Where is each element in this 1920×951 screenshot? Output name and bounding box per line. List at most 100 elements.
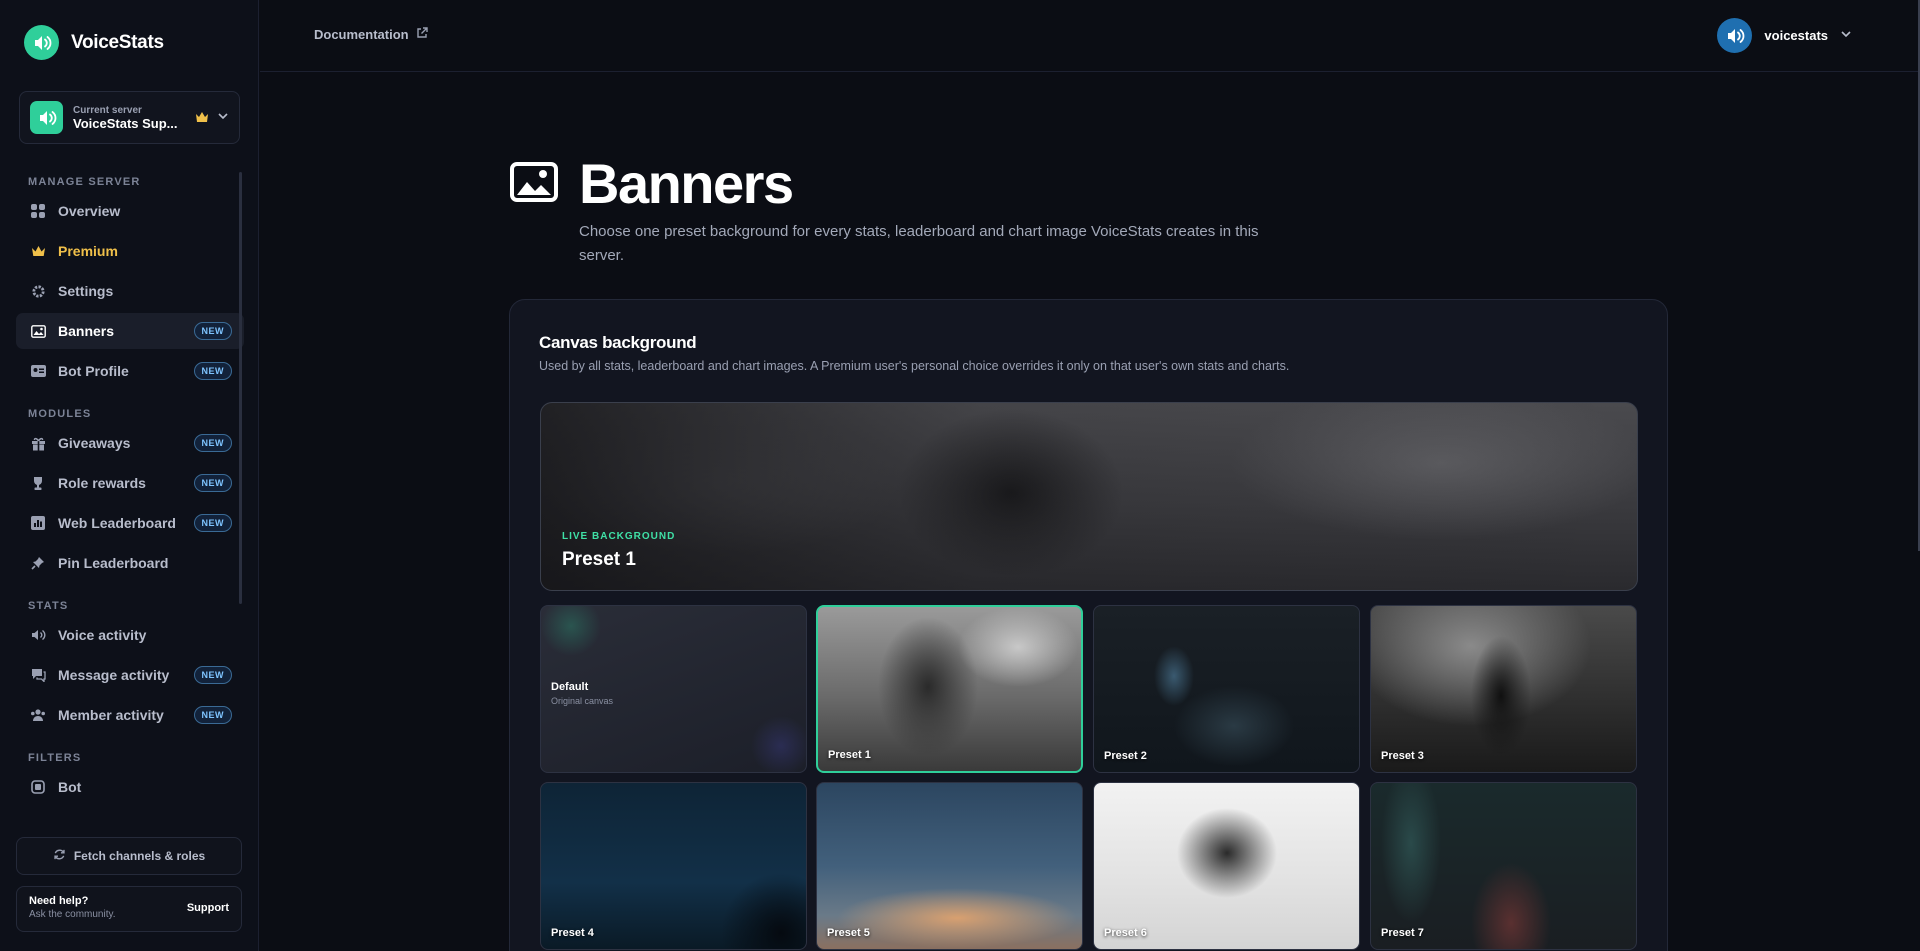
section-label-filters: FILTERS <box>28 752 82 764</box>
live-background-label: LIVE BACKGROUND <box>562 531 676 542</box>
sidebar-item-label: Voice activity <box>58 627 147 643</box>
sidebar-item-label: Giveaways <box>58 435 131 451</box>
sidebar-item-label: Role rewards <box>58 475 146 491</box>
grid-icon <box>30 203 46 219</box>
sidebar-item-message-activity[interactable]: Message activity NEW <box>16 657 244 693</box>
support-link[interactable]: Support <box>187 902 229 914</box>
sidebar-item-label: Bot Profile <box>58 363 129 379</box>
users-icon <box>30 707 46 723</box>
voicestats-logo-icon <box>24 25 59 60</box>
trophy-icon <box>30 475 46 491</box>
server-name: VoiceStats Sup... <box>73 115 178 131</box>
chart-icon <box>30 515 46 531</box>
tile-label: Preset 5 <box>827 927 870 939</box>
tile-label: Preset 7 <box>1381 927 1424 939</box>
crown-icon <box>30 243 46 259</box>
sidebar-item-web-leaderboard[interactable]: Web Leaderboard NEW <box>16 505 244 541</box>
sidebar-nav: MANAGE SERVER Overview Premium Settings … <box>16 165 244 809</box>
external-link-icon <box>416 27 428 42</box>
id-card-icon <box>30 363 46 379</box>
sidebar-item-label: Web Leaderboard <box>58 515 176 531</box>
sidebar: VoiceStats Current server VoiceStats Sup… <box>0 0 259 951</box>
tile-label: Preset 6 <box>1104 927 1147 939</box>
fetch-channels-roles-button[interactable]: Fetch channels & roles <box>16 837 242 875</box>
page-description: Choose one preset background for every s… <box>579 223 1259 264</box>
avatar <box>1717 18 1753 53</box>
mic-icon <box>30 627 46 643</box>
sidebar-item-settings[interactable]: Settings <box>16 273 244 309</box>
image-icon <box>30 323 46 339</box>
user-menu[interactable]: voicestats <box>1717 18 1852 53</box>
gift-icon <box>30 435 46 451</box>
tile-label: Preset 3 <box>1381 750 1424 762</box>
preset-tile-default[interactable]: Default Original canvas <box>540 605 807 773</box>
preset-tile-6[interactable]: Preset 6 <box>1093 782 1360 950</box>
sidebar-item-bot[interactable]: Bot <box>16 769 244 805</box>
tile-label: Preset 1 <box>828 749 871 761</box>
sidebar-item-label: Settings <box>58 283 114 299</box>
sidebar-item-bot-profile[interactable]: Bot Profile NEW <box>16 353 244 389</box>
preset-tile-1[interactable]: Preset 1 <box>816 605 1083 773</box>
preset-tile-2[interactable]: Preset 2 <box>1093 605 1360 773</box>
server-selector[interactable]: Current server VoiceStats Sup... <box>19 91 240 144</box>
sidebar-item-banners[interactable]: Banners NEW <box>16 313 244 349</box>
sidebar-item-member-activity[interactable]: Member activity NEW <box>16 697 244 733</box>
chat-icon <box>30 667 46 683</box>
premium-crown-icon <box>195 110 209 126</box>
sidebar-item-premium[interactable]: Premium <box>16 233 244 269</box>
new-badge: NEW <box>193 666 232 684</box>
sidebar-item-label: Premium <box>58 243 118 259</box>
tile-label: Preset 4 <box>551 927 594 939</box>
documentation-link-label: Documentation <box>314 27 409 42</box>
new-badge: NEW <box>193 322 232 340</box>
image-icon <box>510 162 558 207</box>
fetch-button-label: Fetch channels & roles <box>73 849 206 863</box>
tile-sublabel: Original canvas <box>551 696 614 706</box>
panel-title: Canvas background <box>539 333 697 352</box>
panel-description: Used by all stats, leaderboard and chart… <box>539 359 1290 373</box>
new-badge: NEW <box>193 706 232 724</box>
documentation-link[interactable]: Documentation <box>314 27 428 42</box>
brand-name: VoiceStats <box>71 31 164 53</box>
preset-tile-4[interactable]: Preset 4 <box>540 782 807 950</box>
sidebar-item-label: Pin Leaderboard <box>58 555 169 571</box>
sidebar-item-voice-activity[interactable]: Voice activity <box>16 617 244 653</box>
page-title: Banners <box>579 152 794 215</box>
section-label-modules: MODULES <box>28 408 92 420</box>
live-background-name: Preset 1 <box>562 549 636 570</box>
section-label-manage: MANAGE SERVER <box>28 176 141 188</box>
sidebar-item-giveaways[interactable]: Giveaways NEW <box>16 425 244 461</box>
sidebar-scrollbar[interactable] <box>239 172 242 604</box>
preset-tile-7[interactable]: Preset 7 <box>1370 782 1637 950</box>
top-bar: Documentation voicestats <box>260 0 1920 72</box>
canvas-background-panel: Canvas background Used by all stats, lea… <box>509 299 1668 951</box>
bot-icon <box>30 779 46 795</box>
sidebar-item-label: Banners <box>58 323 115 339</box>
sidebar-item-overview[interactable]: Overview <box>16 193 244 229</box>
sidebar-item-label: Overview <box>58 203 121 219</box>
pin-icon <box>30 555 46 571</box>
server-caption: Current server <box>73 104 142 116</box>
sidebar-item-label: Message activity <box>58 667 170 683</box>
tile-label: Preset 2 <box>1104 750 1147 762</box>
server-avatar-icon <box>30 101 63 134</box>
chevron-down-icon <box>217 109 229 127</box>
section-label-stats: STATS <box>28 600 69 612</box>
new-badge: NEW <box>193 362 232 380</box>
sidebar-item-label: Bot <box>58 779 82 795</box>
gear-icon <box>30 283 46 299</box>
preset-tile-3[interactable]: Preset 3 <box>1370 605 1637 773</box>
sidebar-item-role-rewards[interactable]: Role rewards NEW <box>16 465 244 501</box>
help-card: Need help? Ask the community. Support <box>16 886 242 932</box>
new-badge: NEW <box>193 514 232 532</box>
new-badge: NEW <box>193 474 232 492</box>
username: voicestats <box>1764 28 1828 43</box>
preset-tile-5[interactable]: Preset 5 <box>816 782 1083 950</box>
brand[interactable]: VoiceStats <box>24 25 164 60</box>
sidebar-item-label: Member activity <box>58 707 164 723</box>
sidebar-item-pin-leaderboard[interactable]: Pin Leaderboard <box>16 545 244 581</box>
tile-label: Default <box>551 681 589 693</box>
new-badge: NEW <box>193 434 232 452</box>
refresh-icon <box>53 848 66 864</box>
live-background-preview: LIVE BACKGROUND Preset 1 <box>540 402 1638 591</box>
